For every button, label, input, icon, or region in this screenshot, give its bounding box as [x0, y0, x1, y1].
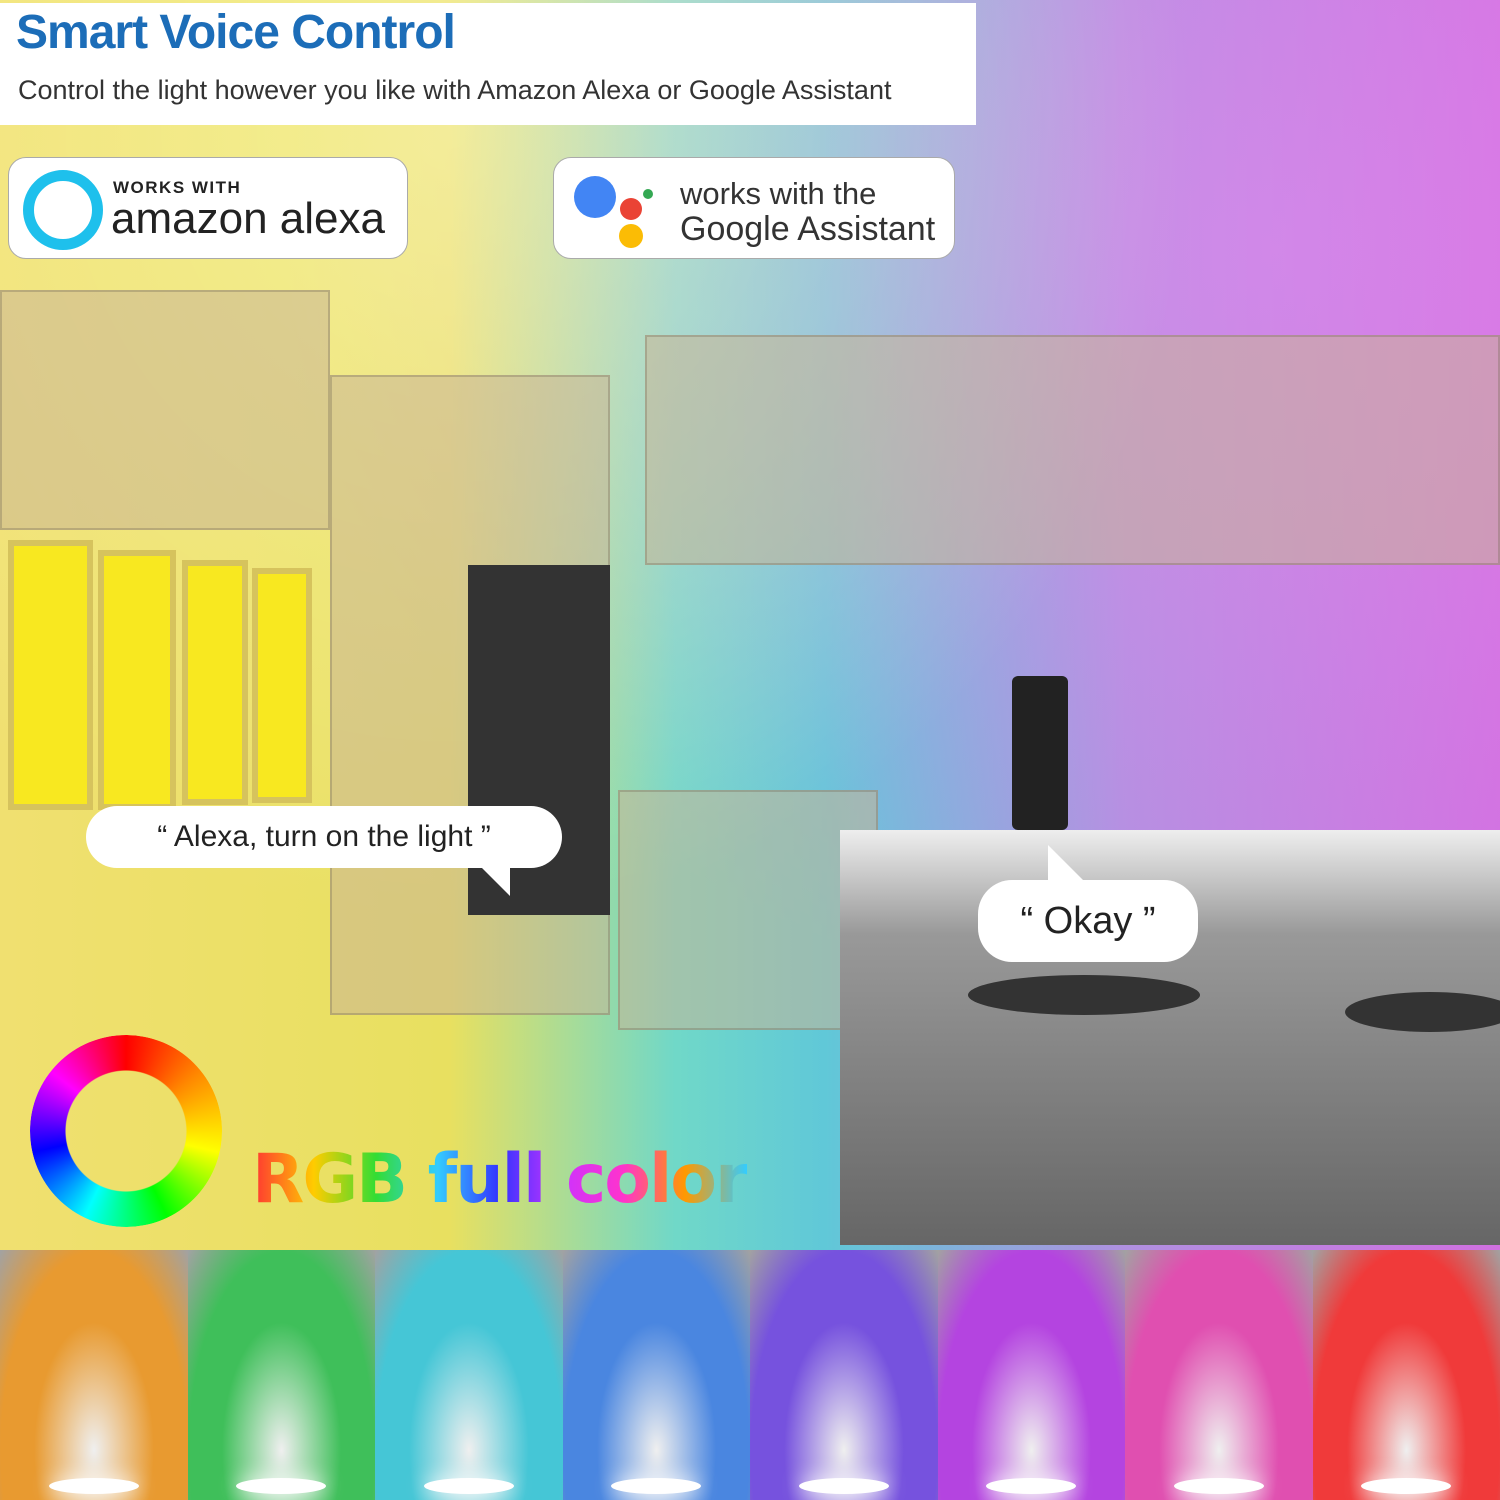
- lower-cabinets: [618, 790, 878, 1030]
- light-fixture-icon: [48, 1478, 139, 1494]
- alexa-badge-line2: amazon alexa: [111, 194, 385, 243]
- light-fixture-icon: [986, 1478, 1077, 1494]
- lit-cabinet: [182, 560, 248, 805]
- light-fixture-icon: [611, 1478, 702, 1494]
- lit-cabinet: [98, 550, 176, 810]
- color-swatch: [375, 1250, 563, 1500]
- light-fixture-icon: [423, 1478, 514, 1494]
- user-speech-text: “ Alexa, turn on the light ”: [157, 820, 491, 853]
- works-with-alexa-badge: WORKS WITH amazon alexa: [8, 157, 408, 259]
- color-swatch-strip: [0, 1250, 1500, 1500]
- page-subtitle: Control the light however you like with …: [18, 75, 892, 105]
- user-speech-bubble: “ Alexa, turn on the light ”: [86, 806, 562, 868]
- google-badge-line1: works with the: [680, 176, 877, 211]
- color-swatch: [0, 1250, 188, 1500]
- page-title: Smart Voice Control: [16, 6, 456, 59]
- rgb-feature-label: RGB full color: [252, 1140, 749, 1219]
- light-fixture-icon: [1173, 1478, 1264, 1494]
- light-fixture-icon: [236, 1478, 327, 1494]
- light-fixture-icon: [1361, 1478, 1452, 1494]
- light-fixture-icon: [798, 1478, 889, 1494]
- color-swatch: [937, 1250, 1125, 1500]
- color-swatch: [187, 1250, 375, 1500]
- header-panel: Smart Voice Control Control the light ho…: [0, 3, 976, 125]
- color-swatch: [750, 1250, 938, 1500]
- speech-tail: [480, 866, 510, 896]
- google-badge-line2: Google Assistant: [680, 210, 936, 248]
- smart-speaker: [1012, 676, 1068, 830]
- color-swatch: [1312, 1250, 1500, 1500]
- lit-cabinet: [252, 568, 312, 803]
- alexa-logo-icon: [23, 170, 103, 250]
- color-swatch: [1125, 1250, 1313, 1500]
- speech-tail: [1048, 845, 1088, 885]
- color-wheel-icon: [30, 1035, 222, 1227]
- color-swatch: [562, 1250, 750, 1500]
- upper-cabinet-left: [0, 290, 330, 530]
- upper-cabinets: [645, 335, 1500, 565]
- reply-speech-bubble: “ Okay ”: [978, 880, 1198, 962]
- works-with-google-badge: works with the Google Assistant: [553, 157, 955, 259]
- bar-stool: [968, 975, 1200, 1015]
- reply-speech-text: “ Okay ”: [1020, 900, 1156, 942]
- lit-cabinet: [8, 540, 93, 810]
